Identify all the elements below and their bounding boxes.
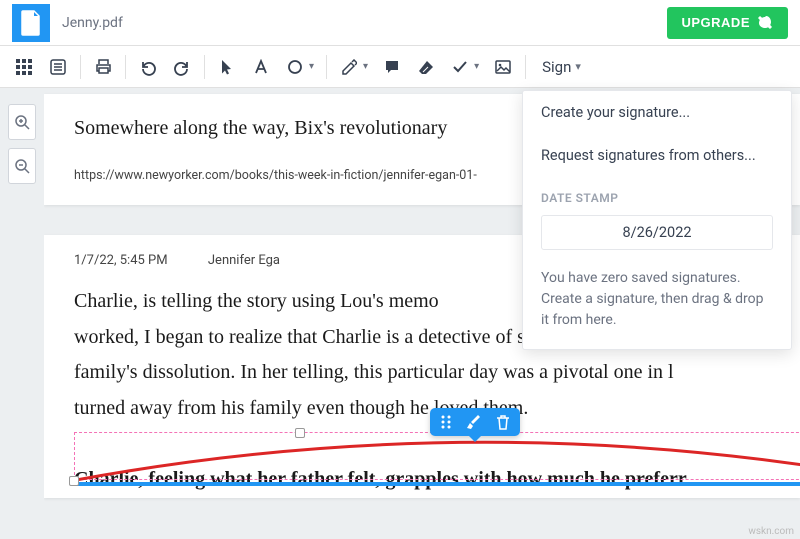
app-header: Jenny.pdf UPGRADE <box>0 0 800 46</box>
print-icon <box>95 58 112 75</box>
highlight-dropdown[interactable]: ▾ <box>333 51 374 83</box>
shape-dropdown[interactable]: ▾ <box>279 51 320 83</box>
image-icon <box>495 59 511 75</box>
separator <box>204 55 205 79</box>
check-button[interactable] <box>444 51 476 83</box>
rocket-icon <box>758 15 774 31</box>
document-icon <box>20 10 42 36</box>
zoom-controls <box>0 88 44 539</box>
annotation-line[interactable] <box>76 482 800 486</box>
separator <box>525 55 526 79</box>
grid-icon <box>16 59 32 75</box>
zoom-in-icon <box>14 114 30 130</box>
erase-button[interactable] <box>410 51 442 83</box>
date-stamp-label: DATE STAMP <box>523 177 791 211</box>
drag-handle[interactable] <box>440 414 452 430</box>
sign-dropdown[interactable]: Sign ▾ <box>532 58 597 76</box>
watermark: wskn.com <box>748 526 794 537</box>
selected-text: Charlie, feeling what her father felt, g… <box>74 462 687 498</box>
zoom-out-button[interactable] <box>8 148 36 184</box>
brush-icon <box>466 414 482 430</box>
separator <box>326 55 327 79</box>
chevron-down-icon: ▾ <box>575 60 581 73</box>
delete-button[interactable] <box>496 414 510 430</box>
sign-label: Sign <box>542 58 571 76</box>
redo-button[interactable] <box>166 51 198 83</box>
thumbnails-button[interactable] <box>8 51 40 83</box>
zoom-in-button[interactable] <box>8 104 36 140</box>
request-signatures-item[interactable]: Request signatures from others... <box>523 134 791 177</box>
redo-icon <box>173 58 191 76</box>
select-button[interactable] <box>211 51 243 83</box>
create-signature-item[interactable]: Create your signature... <box>523 91 791 134</box>
filename: Jenny.pdf <box>62 15 667 31</box>
toolbar: ▾ ▾ ▾ Sign ▾ <box>0 46 800 88</box>
resize-handle-top[interactable] <box>295 428 305 438</box>
resize-handle-left[interactable] <box>69 476 79 486</box>
author: Jennifer Ega <box>208 253 280 268</box>
sign-menu: Create your signature... Request signatu… <box>522 90 792 350</box>
zoom-out-icon <box>14 158 30 174</box>
separator <box>125 55 126 79</box>
text-button[interactable] <box>245 51 277 83</box>
annotation-toolbar <box>430 408 520 436</box>
trash-icon <box>496 414 510 430</box>
chevron-down-icon: ▾ <box>474 61 479 72</box>
signatures-info: You have zero saved signatures. Create a… <box>523 264 791 349</box>
comment-icon <box>384 59 400 75</box>
style-button[interactable] <box>466 414 482 430</box>
app-logo[interactable] <box>12 4 50 42</box>
upgrade-button[interactable]: UPGRADE <box>667 7 788 39</box>
cursor-icon <box>220 59 234 75</box>
check-icon <box>452 59 468 75</box>
print-button[interactable] <box>87 51 119 83</box>
highlight-button[interactable] <box>333 51 365 83</box>
shape-button[interactable] <box>279 51 311 83</box>
comment-button[interactable] <box>376 51 408 83</box>
separator <box>80 55 81 79</box>
grip-icon <box>440 414 452 430</box>
circle-icon <box>287 59 303 75</box>
undo-icon <box>139 58 157 76</box>
eraser-icon <box>418 59 435 75</box>
date-stamp-value[interactable]: 8/26/2022 <box>541 215 773 250</box>
image-button[interactable] <box>487 51 519 83</box>
list-icon <box>50 59 66 75</box>
check-dropdown[interactable]: ▾ <box>444 51 485 83</box>
outline-button[interactable] <box>42 51 74 83</box>
text-icon <box>253 59 269 75</box>
highlighter-icon <box>341 59 357 75</box>
timestamp: 1/7/22, 5:45 PM <box>74 253 168 268</box>
chevron-down-icon: ▾ <box>363 61 368 72</box>
undo-button[interactable] <box>132 51 164 83</box>
chevron-down-icon: ▾ <box>309 61 314 72</box>
upgrade-label: UPGRADE <box>681 15 750 30</box>
